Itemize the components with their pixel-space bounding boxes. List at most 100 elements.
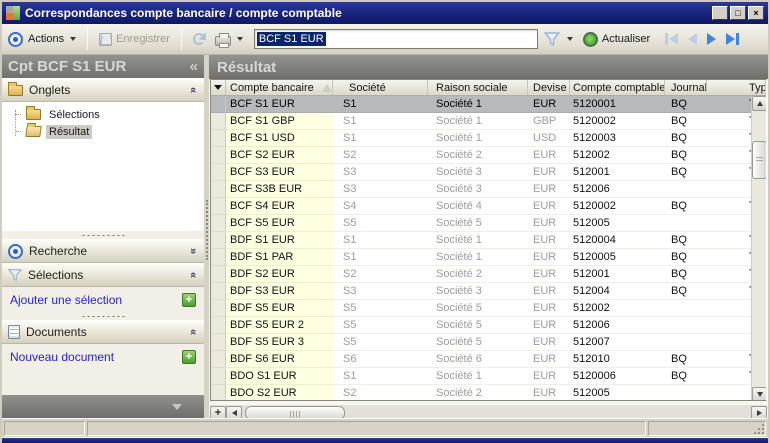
- grid-corner-menu[interactable]: [211, 80, 226, 95]
- cell-company_name: Société 4: [428, 198, 528, 215]
- table-row[interactable]: BDF S2 EURS2Société 2EUR512001BQT: [211, 266, 751, 283]
- row-selector[interactable]: [211, 249, 226, 266]
- column-header-company[interactable]: Société: [333, 80, 428, 95]
- cell-currency: EUR: [528, 198, 570, 215]
- table-row[interactable]: BDF S6 EURS6Société 6EUR512010BQT: [211, 351, 751, 368]
- table-row[interactable]: BDF S5 EUR S5 Société 5 EUR 512002: [211, 300, 751, 317]
- row-selector[interactable]: [211, 232, 226, 249]
- vertical-scroll-thumb[interactable]: [752, 141, 766, 179]
- cell-type: T: [707, 164, 751, 181]
- previous-record-button[interactable]: [688, 33, 698, 45]
- row-selector[interactable]: [211, 300, 226, 317]
- row-selector[interactable]: [211, 317, 226, 334]
- cell-ledger_account: 512005: [570, 385, 665, 400]
- panel-splitter[interactable]: [2, 312, 204, 320]
- row-selector[interactable]: [211, 368, 226, 385]
- next-record-button[interactable]: [707, 33, 717, 45]
- table-row[interactable]: BCF S1 EURS1Société 1EUR5120001BQT: [211, 96, 751, 113]
- page-title: Résultat: [217, 58, 277, 76]
- resize-grip[interactable]: [753, 423, 764, 434]
- row-selector[interactable]: [211, 181, 226, 198]
- row-selector[interactable]: [211, 283, 226, 300]
- table-row[interactable]: BCF S1 USDS1Société 1USD5120003BQT: [211, 130, 751, 147]
- table-row[interactable]: BDO S1 EURS1Société 1EUR5120006BQT: [211, 368, 751, 385]
- filter-funnel-icon[interactable]: [543, 31, 560, 47]
- cell-company: S5: [333, 215, 428, 232]
- table-row[interactable]: BDF S5 EUR 3 S5 Société 5 EUR 512007: [211, 334, 751, 351]
- collapse-panel-icon[interactable]: «: [187, 272, 199, 278]
- save-button[interactable]: Enregistrer: [94, 31, 175, 48]
- first-record-button[interactable]: [665, 33, 679, 45]
- tree-item-selections[interactable]: Sélections: [2, 106, 204, 123]
- maximize-button[interactable]: □: [730, 6, 746, 20]
- cell-journal: [665, 300, 707, 317]
- table-row[interactable]: BDF S5 EUR 2 S5 Société 5 EUR 512006: [211, 317, 751, 334]
- row-selector[interactable]: [211, 147, 226, 164]
- row-selector[interactable]: [211, 198, 226, 215]
- actualiser-button[interactable]: Actualiser: [578, 30, 655, 49]
- column-header-type[interactable]: Typ: [707, 80, 766, 95]
- row-selector[interactable]: [211, 385, 226, 400]
- table-row[interactable]: BCF S4 EURS4Société 4EUR5120002BQT: [211, 198, 751, 215]
- print-button[interactable]: [210, 30, 248, 48]
- refresh-button[interactable]: [188, 31, 210, 47]
- table-row[interactable]: BCF S5 EUR S5 Société 5 EUR 512005: [211, 215, 751, 232]
- cell-ledger_account: 5120003: [570, 130, 665, 147]
- cell-company_name: Société 3: [428, 164, 528, 181]
- cell-journal: [665, 181, 707, 198]
- cell-currency: EUR: [528, 283, 570, 300]
- last-record-button[interactable]: [726, 33, 740, 45]
- column-header-journal[interactable]: Journal: [665, 80, 707, 95]
- column-header-currency[interactable]: Devise: [528, 80, 570, 95]
- scroll-down-button[interactable]: [752, 387, 766, 400]
- table-row[interactable]: BCF S1 GBPS1Société 1GBP5120002BQT: [211, 113, 751, 130]
- column-header-company_name[interactable]: Raison sociale: [428, 80, 528, 95]
- filter-input[interactable]: BCF S1 EUR: [253, 29, 538, 49]
- sidebar-collapse-icon[interactable]: «: [190, 58, 198, 75]
- row-selector[interactable]: [211, 334, 226, 351]
- close-button[interactable]: ×: [748, 6, 764, 20]
- tree-item-resultat[interactable]: Résultat: [2, 123, 204, 140]
- add-selection-link[interactable]: Ajouter une sélection: [10, 293, 182, 307]
- sidebar-bottom-bar: [2, 395, 204, 418]
- table-row[interactable]: BDF S1 EURS1Société 1EUR5120004BQT: [211, 232, 751, 249]
- panel-header-onglets[interactable]: Onglets «: [2, 78, 204, 102]
- panel-splitter[interactable]: [2, 231, 204, 239]
- row-selector[interactable]: [211, 215, 226, 232]
- panel-header-selections[interactable]: Sélections «: [2, 263, 204, 287]
- scroll-up-button[interactable]: [752, 96, 766, 111]
- row-selector[interactable]: [211, 96, 226, 113]
- minimize-button[interactable]: _: [712, 6, 728, 20]
- row-selector[interactable]: [211, 113, 226, 130]
- cell-type: T: [707, 351, 751, 368]
- table-row[interactable]: BCF S2 EURS2Société 2EUR512002BQT: [211, 147, 751, 164]
- cell-ledger_account: 5120005: [570, 249, 665, 266]
- new-document-plus-button[interactable]: +: [182, 349, 196, 364]
- collapse-panel-icon[interactable]: «: [187, 87, 199, 93]
- row-selector[interactable]: [211, 130, 226, 147]
- table-row[interactable]: BDF S1 PARS1Société 1EUR5120005BQT: [211, 249, 751, 266]
- column-header-account[interactable]: Compte bancaire: [226, 80, 333, 95]
- actions-button[interactable]: Actions: [23, 31, 81, 47]
- row-selector[interactable]: [211, 164, 226, 181]
- row-selector[interactable]: [211, 351, 226, 368]
- table-row[interactable]: BDO S2 EUR S2 Société 2 EUR 512005: [211, 385, 751, 400]
- cell-company: S4: [333, 198, 428, 215]
- table-row[interactable]: BDF S3 EURS3Société 3EUR512004BQT: [211, 283, 751, 300]
- cell-currency: EUR: [528, 385, 570, 400]
- vertical-scrollbar[interactable]: [751, 96, 766, 400]
- row-selector[interactable]: [211, 266, 226, 283]
- expand-panel-icon[interactable]: »: [187, 248, 199, 254]
- panel-header-recherche[interactable]: Recherche »: [2, 239, 204, 263]
- more-panels-icon[interactable]: [172, 403, 182, 410]
- result-grid: Compte bancaire Société Raison sociale Devi…: [210, 79, 767, 401]
- table-row[interactable]: BCF S3B EUR S3 Société 3 EUR 512006: [211, 181, 751, 198]
- collapse-panel-icon[interactable]: «: [187, 329, 199, 335]
- column-header-ledger_account[interactable]: Compte comptable: [570, 80, 665, 95]
- panel-header-documents[interactable]: Documents «: [2, 320, 204, 344]
- table-row[interactable]: BCF S3 EURS3Société 3EUR512001BQT: [211, 164, 751, 181]
- new-document-row: Nouveau document +: [2, 344, 204, 369]
- add-selection-plus-button[interactable]: +: [182, 292, 196, 307]
- filter-options-dropdown[interactable]: [560, 35, 578, 43]
- new-document-link[interactable]: Nouveau document: [10, 350, 182, 364]
